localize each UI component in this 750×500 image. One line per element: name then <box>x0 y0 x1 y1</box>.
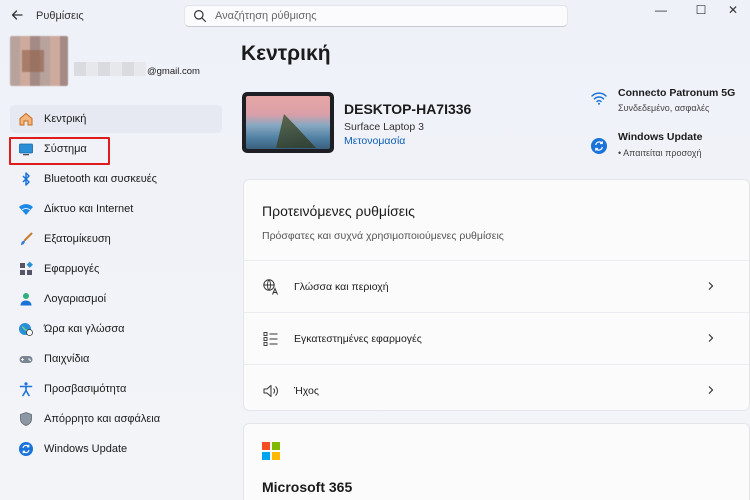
minimize-button[interactable]: — <box>644 0 678 20</box>
close-icon: ✕ <box>727 3 739 17</box>
recommended-settings-card: Προτεινόμενες ρυθμίσεις Πρόσφατες και συ… <box>243 179 750 411</box>
sidebar-item-label: Κεντρική <box>44 113 87 125</box>
sidebar-item-windows-update[interactable]: Windows Update <box>10 435 222 463</box>
sidebar-item-label: Λογαριασμοί <box>44 293 107 305</box>
person-icon <box>18 291 34 307</box>
user-profile[interactable]: @gmail.com <box>10 36 210 96</box>
brush-icon <box>18 231 34 247</box>
minimize-icon: — <box>655 3 667 17</box>
list-icon <box>263 331 278 346</box>
setting-row-language-region[interactable]: Γλώσσα και περιοχή <box>244 260 750 312</box>
sidebar-item-accounts[interactable]: Λογαριασμοί <box>10 285 222 313</box>
sidebar-item-home[interactable]: Κεντρική <box>10 105 222 133</box>
sidebar-item-network[interactable]: Δίκτυο και Internet <box>10 195 222 223</box>
close-button[interactable]: ✕ <box>716 0 750 20</box>
card-subtitle: Πρόσφατες και συχνά χρησιμοποιούμενες ρυ… <box>262 230 504 242</box>
language-icon <box>263 278 278 295</box>
update-icon <box>18 441 34 457</box>
gamepad-icon <box>18 351 34 367</box>
network-state: Συνδεδεμένο, ασφαλές <box>618 103 710 113</box>
chevron-right-icon <box>706 383 716 398</box>
settings-window: Ρυθμίσεις Αναζήτηση ρύθμισης — ☐ ✕ @gmai… <box>0 0 750 500</box>
sidebar-item-time-language[interactable]: Ώρα και γλώσσα <box>10 315 222 343</box>
chevron-right-icon <box>706 279 716 294</box>
card-title: Προτεινόμενες ρυθμίσεις <box>262 203 415 219</box>
sidebar-item-label: Απόρρητο και ασφάλεια <box>44 413 161 425</box>
device-thumbnail <box>242 92 334 153</box>
sidebar-item-apps[interactable]: Εφαρμογές <box>10 255 222 283</box>
maximize-icon: ☐ <box>695 3 707 17</box>
selection-highlight <box>9 137 110 165</box>
sidebar-item-gaming[interactable]: Παιχνίδια <box>10 345 222 373</box>
microsoft-365-card[interactable]: Microsoft 365 <box>243 423 750 500</box>
device-name: DESKTOP-HA7I336 <box>344 101 472 117</box>
chevron-right-icon <box>706 331 716 346</box>
sidebar-item-label: Bluetooth και συσκευές <box>44 173 157 185</box>
wifi-icon <box>591 92 607 105</box>
device-model: Surface Laptop 3 <box>344 121 424 133</box>
setting-row-sound[interactable]: Ήχος <box>244 364 750 416</box>
microsoft-logo-icon <box>262 442 280 460</box>
home-icon <box>18 111 34 127</box>
search-input[interactable]: Αναζήτηση ρύθμισης <box>215 10 317 22</box>
device-info: DESKTOP-HA7I336 Surface Laptop 3 Μετονομ… <box>242 92 572 156</box>
maximize-button[interactable]: ☐ <box>684 0 718 20</box>
wifi-icon <box>18 201 34 217</box>
sidebar-item-personalization[interactable]: Εξατομίκευση <box>10 225 222 253</box>
sidebar-item-accessibility[interactable]: Προσβασιμότητα <box>10 375 222 403</box>
sidebar-item-label: Ώρα και γλώσσα <box>44 323 125 335</box>
apps-icon <box>18 261 34 277</box>
globe-clock-icon <box>18 321 34 337</box>
row-label: Ήχος <box>294 384 319 397</box>
sidebar-item-label: Δίκτυο και Internet <box>44 203 134 215</box>
wallpaper-preview <box>246 96 330 149</box>
title-bar: Ρυθμίσεις Αναζήτηση ρύθμισης — ☐ ✕ <box>0 0 750 32</box>
bluetooth-icon <box>18 171 34 187</box>
sidebar-item-label: Εξατομίκευση <box>44 233 111 245</box>
rename-link[interactable]: Μετονομασία <box>344 135 405 147</box>
avatar <box>10 36 68 86</box>
search-icon <box>194 10 207 23</box>
network-name: Connecto Patronum 5G <box>618 87 736 99</box>
update-icon <box>591 138 607 154</box>
row-label: Εγκατεστημένες εφαρμογές <box>294 332 422 345</box>
app-title: Ρυθμίσεις <box>36 10 84 22</box>
search-box[interactable]: Αναζήτηση ρύθμισης <box>184 5 568 27</box>
row-label: Γλώσσα και περιοχή <box>294 280 389 293</box>
update-state: • Απαιτείται προσοχή <box>618 148 702 158</box>
arrow-left-icon <box>11 10 23 20</box>
sidebar-item-label: Προσβασιμότητα <box>44 383 127 395</box>
sidebar-item-privacy[interactable]: Απόρρητο και ασφάλεια <box>10 405 222 433</box>
update-title: Windows Update <box>618 131 703 143</box>
page-title: Κεντρική <box>241 42 331 65</box>
shield-icon <box>18 411 34 427</box>
sidebar-item-label: Εφαρμογές <box>44 263 100 275</box>
user-email: @gmail.com <box>147 66 200 77</box>
sidebar-item-label: Windows Update <box>44 443 128 455</box>
email-redacted <box>74 62 146 76</box>
accessibility-icon <box>18 381 34 397</box>
sidebar-item-bluetooth[interactable]: Bluetooth και συσκευές <box>10 165 222 193</box>
sidebar-item-label: Παιχνίδια <box>44 353 90 365</box>
back-button[interactable] <box>6 4 28 26</box>
network-status[interactable]: Connecto Patronum 5G Συνδεδεμένο, ασφαλέ… <box>590 87 750 127</box>
setting-row-installed-apps[interactable]: Εγκατεστημένες εφαρμογές <box>244 312 750 364</box>
update-status[interactable]: Windows Update • Απαιτείται προσοχή <box>590 131 750 171</box>
card-title: Microsoft 365 <box>262 479 353 495</box>
speaker-icon <box>263 384 278 397</box>
